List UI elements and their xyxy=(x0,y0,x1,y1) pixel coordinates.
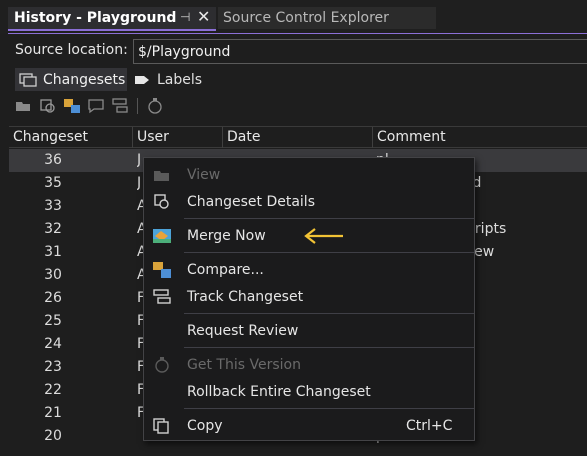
close-icon[interactable]: ✕ xyxy=(197,7,210,26)
menu-item-rollback[interactable]: Rollback Entire Changeset xyxy=(144,380,474,404)
menu-separator xyxy=(184,313,474,314)
get-version-icon[interactable] xyxy=(146,97,164,115)
annotation-arrow-icon xyxy=(304,228,343,244)
menu-separator xyxy=(184,347,474,348)
menu-item-label: Compare... xyxy=(187,262,264,278)
menu-item-shortcut: Ctrl+C xyxy=(406,418,453,434)
changesets-icon xyxy=(19,72,37,87)
menu-item-label: Changeset Details xyxy=(187,194,315,210)
changeset-id: 24 xyxy=(44,336,62,352)
changeset-id: 25 xyxy=(44,313,62,329)
changeset-table-header: Changeset User Date Comment xyxy=(9,126,587,148)
changeset-details-icon[interactable] xyxy=(39,97,57,115)
menu-item-label: View xyxy=(187,167,221,183)
menu-item-label: Request Review xyxy=(187,323,299,339)
changeset-id: 21 xyxy=(44,405,62,421)
column-header-user[interactable]: User xyxy=(133,127,223,148)
changeset-details-icon xyxy=(154,194,169,209)
get-version-icon xyxy=(155,357,169,373)
compare-icon xyxy=(153,262,171,278)
menu-separator xyxy=(184,252,474,253)
copy-icon xyxy=(153,418,169,434)
menu-item-request-review[interactable]: Request Review xyxy=(144,319,474,343)
tab-accent-line xyxy=(8,33,587,34)
menu-separator xyxy=(184,408,474,409)
changeset-id: 23 xyxy=(44,359,62,375)
tab-label: Labels xyxy=(157,71,203,88)
changeset-context-menu: View Changeset Details Merge Now Compare… xyxy=(143,157,475,441)
tab-title: Source Control Explorer xyxy=(223,10,389,26)
menu-separator xyxy=(184,218,474,219)
folder-open-icon[interactable] xyxy=(15,97,33,115)
menu-item-compare[interactable]: Compare... xyxy=(144,258,474,282)
menu-item-view: View xyxy=(144,163,474,187)
history-toolbar xyxy=(15,95,164,117)
menu-item-label: Rollback Entire Changeset xyxy=(187,384,371,400)
changeset-id: 22 xyxy=(44,382,62,398)
column-header-changeset[interactable]: Changeset xyxy=(9,127,133,148)
toolbar-separator xyxy=(137,98,138,114)
tab-label: Changesets xyxy=(43,71,126,88)
changeset-id: 32 xyxy=(44,221,62,237)
source-location-label: Source location: xyxy=(15,42,128,58)
column-header-date[interactable]: Date xyxy=(223,127,373,148)
changeset-id: 36 xyxy=(44,152,62,168)
document-tab-strip: History - Playground ⊣ ✕ Source Control … xyxy=(0,0,587,34)
track-changeset-icon xyxy=(153,289,171,304)
track-changeset-icon[interactable] xyxy=(111,97,129,115)
merge-icon xyxy=(153,229,171,243)
menu-item-get-this-version: Get This Version xyxy=(144,353,474,377)
changeset-id: 26 xyxy=(44,290,62,306)
menu-item-track-changeset[interactable]: Track Changeset xyxy=(144,285,474,309)
menu-item-label: Merge Now xyxy=(187,228,266,244)
changeset-id: 20 xyxy=(44,428,62,444)
comment-icon[interactable] xyxy=(87,97,105,115)
tab-changesets[interactable]: Changesets xyxy=(15,68,127,91)
changeset-id: 30 xyxy=(44,267,62,283)
tab-title: History - Playground xyxy=(14,10,177,26)
changeset-id: 31 xyxy=(44,244,62,260)
label-icon xyxy=(135,75,149,84)
tab-source-control-explorer[interactable]: Source Control Explorer xyxy=(218,7,436,29)
tab-history-playground[interactable]: History - Playground ⊣ ✕ xyxy=(8,7,216,31)
folder-open-icon xyxy=(154,171,169,181)
menu-item-changeset-details[interactable]: Changeset Details xyxy=(144,190,474,214)
tab-labels[interactable]: Labels xyxy=(130,68,210,91)
pin-icon[interactable]: ⊣ xyxy=(180,10,190,24)
changeset-id: 33 xyxy=(44,198,62,214)
menu-item-label: Track Changeset xyxy=(187,289,304,305)
compare-icon[interactable] xyxy=(63,97,81,115)
column-header-comment[interactable]: Comment xyxy=(373,127,587,148)
menu-item-copy[interactable]: Copy Ctrl+C xyxy=(144,414,474,438)
menu-item-label: Get This Version xyxy=(187,357,301,373)
changeset-id: 35 xyxy=(44,175,62,191)
source-location-input[interactable] xyxy=(133,39,587,64)
menu-item-label: Copy xyxy=(187,418,223,434)
